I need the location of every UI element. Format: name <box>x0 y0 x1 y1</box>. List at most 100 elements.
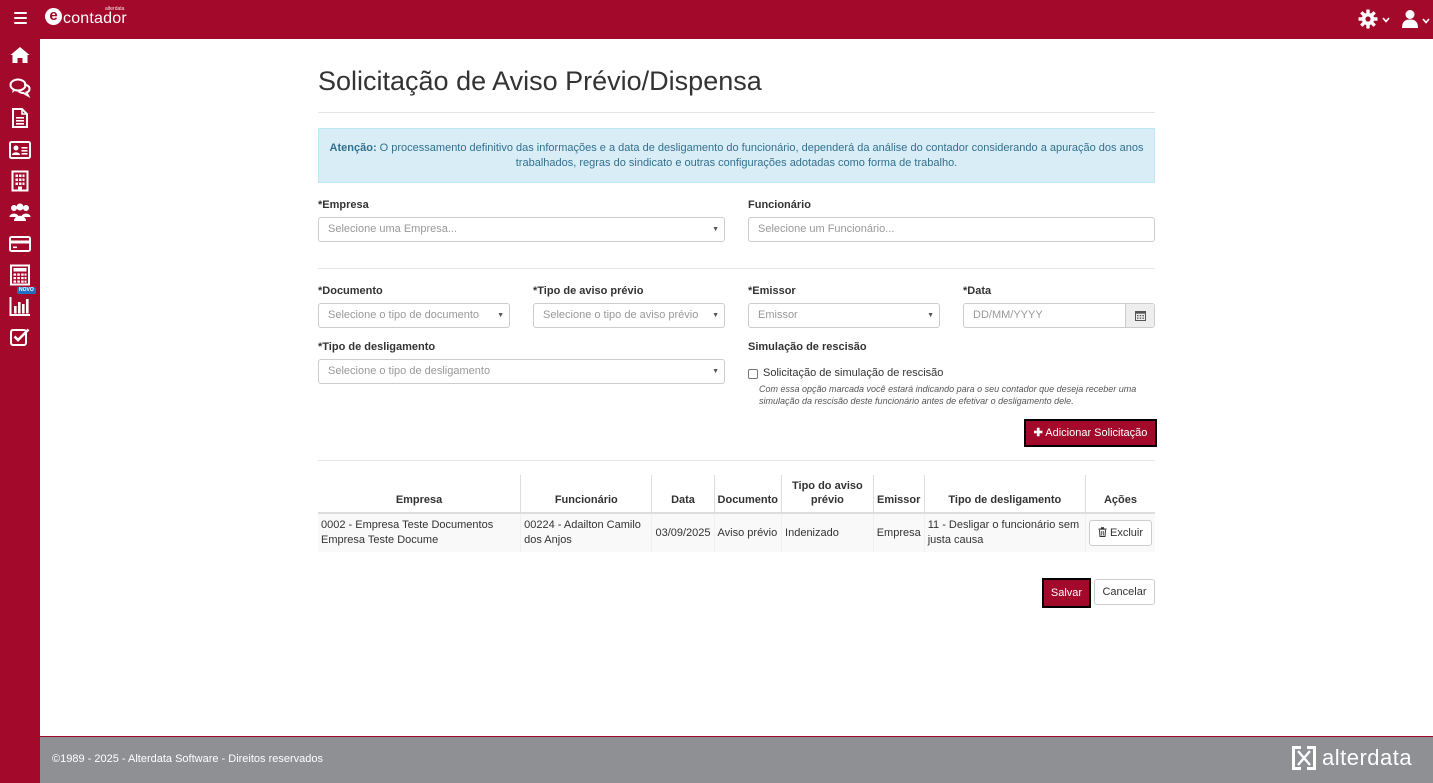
caret-down-icon: ▼ <box>712 368 719 375</box>
funcionario-placeholder: Selecione um Funcionário... <box>758 223 895 235</box>
col-acoes: Ações <box>1084 475 1155 514</box>
data-label: *Data <box>963 285 992 297</box>
credit-card-icon <box>9 236 31 252</box>
empresa-placeholder: Selecione uma Empresa... <box>328 223 458 235</box>
empresa-select[interactable]: Selecione uma Empresa... ▼ <box>318 217 725 242</box>
sidebar: NOVO <box>0 39 40 783</box>
alert-text: O processamento definitivo das informaçõ… <box>376 142 1144 169</box>
footer: ©1989 - 2025 - Alterdata Software - Dire… <box>40 736 1433 783</box>
caret-down-icon: ▼ <box>497 312 504 319</box>
col-emissor: Emissor <box>872 475 925 514</box>
tipo-desligamento-label: *Tipo de desligamento <box>318 341 436 353</box>
id-card-icon <box>9 141 31 159</box>
footer-brand-text: alterdata <box>1322 745 1413 770</box>
bar-chart-icon <box>9 297 30 316</box>
page-title: Solicitação de Aviso Prévio/Dispensa <box>318 66 762 96</box>
sidebar-item-payments[interactable] <box>9 233 31 255</box>
home-icon <box>10 47 30 63</box>
emissor-label: *Emissor <box>748 285 796 297</box>
funcionario-select[interactable]: Selecione um Funcionário... <box>748 217 1155 242</box>
cell-acoes: Excluir <box>1084 513 1155 552</box>
emissor-select[interactable]: Emissor ▼ <box>748 303 940 328</box>
user-menu[interactable] <box>1401 8 1431 30</box>
logo-mark: e <box>45 8 62 25</box>
gear-icon <box>1358 9 1378 29</box>
save-button[interactable]: Salvar <box>1042 578 1091 608</box>
divider <box>318 112 1155 113</box>
document-icon <box>12 108 28 128</box>
delete-button[interactable]: Excluir <box>1088 520 1152 546</box>
cell-funcionario: 00224 - Adailton Camilo dos Anjos <box>520 513 652 552</box>
chevron-down-icon <box>1422 18 1430 24</box>
alterdata-logo-icon <box>1292 746 1316 770</box>
calculator-icon <box>10 264 30 286</box>
emissor-placeholder: Emissor <box>758 309 798 321</box>
simulacao-label: Simulação de rescisão <box>748 341 867 353</box>
col-documento: Documento <box>713 475 782 514</box>
copyright-text: ©1989 - 2025 - Alterdata Software - Dire… <box>52 753 324 765</box>
table-header-row: Empresa Funcionário Data Documento Tipo … <box>318 475 1155 514</box>
documento-label: *Documento <box>318 285 383 297</box>
cell-tipo-aviso: Indenizado <box>781 513 874 552</box>
plus-icon: ✚ <box>1033 427 1043 439</box>
empresa-label: *Empresa <box>318 199 369 211</box>
sidebar-item-groups[interactable] <box>9 201 31 223</box>
calendar-button[interactable] <box>1125 304 1154 327</box>
simulacao-checkbox[interactable] <box>748 369 758 379</box>
checklist-icon <box>10 328 30 346</box>
col-empresa: Empresa <box>318 475 521 514</box>
documento-placeholder: Selecione o tipo de documento <box>328 309 480 321</box>
requests-table: Empresa Funcionário Data Documento Tipo … <box>318 475 1155 552</box>
building-icon <box>11 170 29 192</box>
simulacao-help: Com essa opção marcada você estará indic… <box>759 384 1137 406</box>
cell-documento: Aviso prévio <box>713 513 782 552</box>
trash-icon <box>1098 527 1107 537</box>
logo-text: contador <box>63 10 127 27</box>
sidebar-item-reports[interactable] <box>9 295 31 317</box>
cell-tipo-desligamento: 11 - Desligar o funcionário sem justa ca… <box>923 513 1086 552</box>
tipo-aviso-label: *Tipo de aviso prévio <box>533 285 644 297</box>
sidebar-item-chat[interactable] <box>9 76 31 98</box>
caret-down-icon: ▼ <box>927 312 934 319</box>
sidebar-item-documents[interactable] <box>9 107 31 129</box>
user-icon <box>1402 10 1418 28</box>
sidebar-item-calculations[interactable] <box>9 264 31 286</box>
settings-menu[interactable] <box>1358 8 1392 30</box>
col-funcionario: Funcionário <box>520 475 652 514</box>
calendar-icon <box>1135 311 1146 321</box>
tipo-desligamento-select[interactable]: Selecione o tipo de desligamento ▼ <box>318 359 725 384</box>
documento-select[interactable]: Selecione o tipo de documento ▼ <box>318 303 510 328</box>
caret-down-icon: ▼ <box>712 312 719 319</box>
cell-data: 03/09/2025 <box>651 513 715 552</box>
sidebar-item-companies[interactable] <box>9 170 31 192</box>
attention-alert: Atenção: O processamento definitivo das … <box>318 128 1155 183</box>
divider <box>318 268 1155 269</box>
col-tipo-aviso: Tipo do aviso prévio <box>781 475 874 514</box>
simulacao-checkbox-label[interactable]: Solicitação de simulação de rescisão <box>763 367 943 379</box>
users-icon <box>9 203 31 221</box>
divider <box>318 460 1155 461</box>
data-input[interactable]: DD/MM/YYYY <box>963 303 1155 328</box>
col-data: Data <box>651 475 715 514</box>
chevron-down-icon <box>1382 17 1390 23</box>
add-request-label: Adicionar Solicitação <box>1045 427 1148 439</box>
sidebar-item-home[interactable] <box>9 44 31 66</box>
alert-strong: Atenção: <box>329 142 377 154</box>
sidebar-item-employees[interactable] <box>9 139 31 161</box>
new-badge: NOVO <box>17 287 36 294</box>
cell-emissor: Empresa <box>872 513 925 552</box>
caret-down-icon: ▼ <box>712 226 719 233</box>
sidebar-item-tasks[interactable] <box>9 326 31 348</box>
tipo-desligamento-placeholder: Selecione o tipo de desligamento <box>328 365 491 377</box>
data-placeholder: DD/MM/YYYY <box>973 309 1043 321</box>
menu-icon[interactable] <box>14 12 27 26</box>
cancel-button[interactable]: Cancelar <box>1094 579 1155 605</box>
footer-brand-logo: alterdata <box>1290 743 1422 773</box>
tipo-aviso-select[interactable]: Selecione o tipo de aviso prévio ▼ <box>533 303 725 328</box>
col-tipo-desligamento: Tipo de desligamento <box>923 475 1086 514</box>
tipo-aviso-placeholder: Selecione o tipo de aviso prévio <box>543 309 699 321</box>
chat-icon <box>9 78 31 98</box>
add-request-button[interactable]: ✚ Adicionar Solicitação <box>1024 419 1157 447</box>
cell-empresa: 0002 - Empresa Teste Documentos Empresa … <box>318 513 521 552</box>
table-row: 0002 - Empresa Teste Documentos Empresa … <box>318 513 1155 552</box>
